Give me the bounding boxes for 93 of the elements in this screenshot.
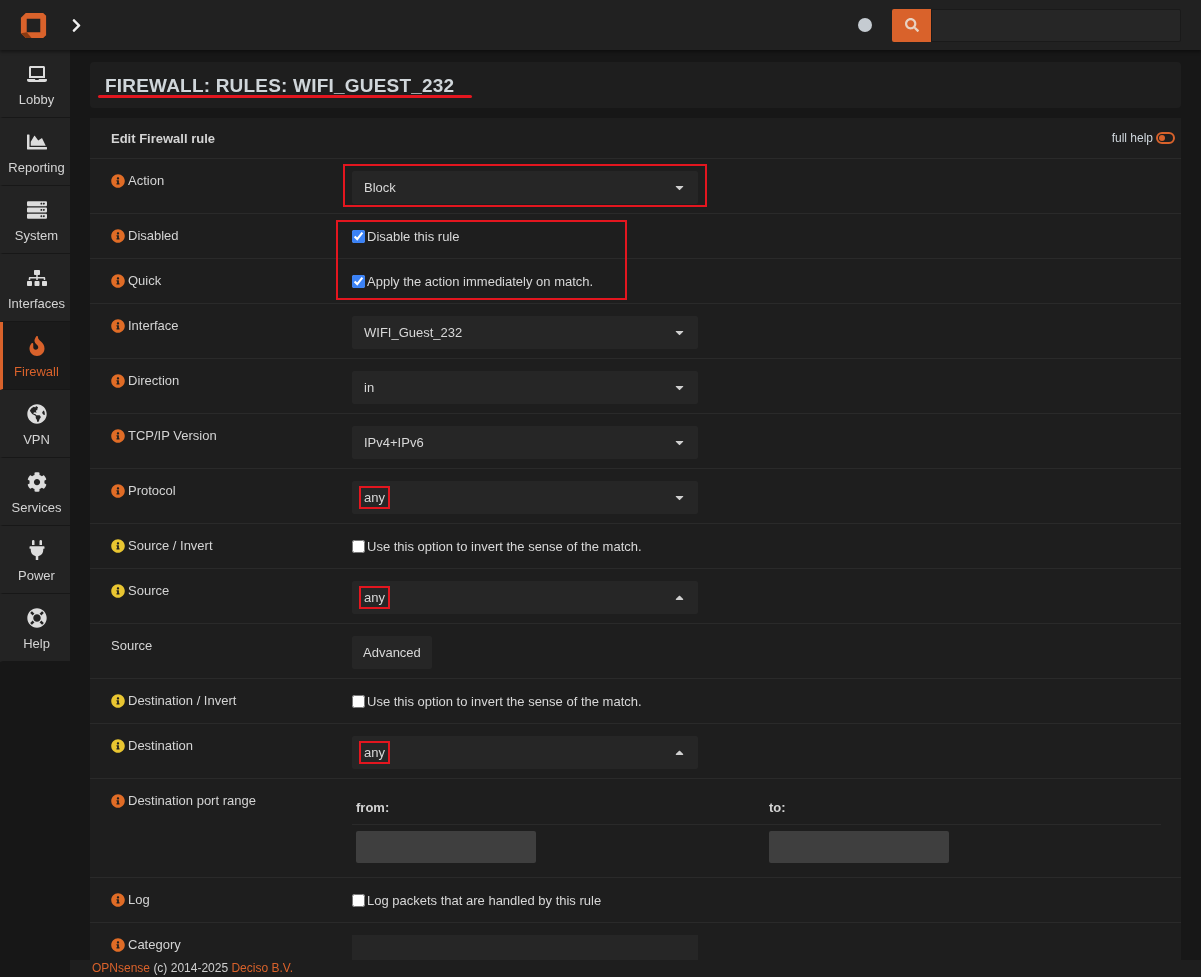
info-icon[interactable] bbox=[111, 373, 125, 388]
settings-icon bbox=[26, 471, 47, 492]
sidebar-item[interactable]: Firewall bbox=[0, 322, 70, 390]
checkbox-label: Use this option to invert the sense of the match. bbox=[367, 538, 642, 555]
info-icon[interactable] bbox=[111, 693, 125, 708]
checkbox[interactable] bbox=[352, 230, 365, 243]
checkbox[interactable] bbox=[352, 894, 365, 907]
info-icon[interactable] bbox=[111, 793, 125, 808]
laptop-icon bbox=[26, 63, 47, 84]
flame-icon bbox=[26, 335, 47, 356]
sidebar-item[interactable]: Services bbox=[0, 458, 70, 526]
sidebar-label: Reporting bbox=[8, 158, 65, 176]
select-value: Block bbox=[363, 179, 397, 197]
select-value: IPv4+IPv6 bbox=[363, 434, 425, 452]
sidebar-item[interactable]: Interfaces bbox=[0, 254, 70, 322]
footer-copyright: OPNsense (c) 2014-2025 Deciso B.V. bbox=[92, 960, 294, 977]
sidebar-label: Power bbox=[18, 566, 55, 584]
sidebar-item[interactable]: Help bbox=[0, 594, 70, 662]
port-input[interactable] bbox=[769, 831, 949, 863]
info-icon[interactable] bbox=[111, 273, 125, 288]
info-icon[interactable] bbox=[111, 937, 125, 952]
form-title: Edit Firewall rule bbox=[111, 129, 217, 147]
sidebar-item[interactable]: Reporting bbox=[0, 118, 70, 186]
dropdown-select[interactable]: WIFI_Guest_232 bbox=[352, 316, 698, 349]
sidebar-label: Interfaces bbox=[7, 294, 66, 312]
sidebar-label: Firewall bbox=[14, 362, 59, 380]
column-header: from: bbox=[352, 791, 765, 825]
field-label: Destination / Invert bbox=[128, 692, 237, 709]
select-value: any bbox=[359, 741, 390, 764]
select-value: any bbox=[359, 586, 390, 609]
advanced-button[interactable]: Advanced bbox=[352, 636, 432, 669]
page-title: FIREWALL: RULES: WIFI_GUEST_232 bbox=[105, 76, 455, 94]
dropdown-select[interactable]: any bbox=[352, 736, 698, 769]
life-ring-icon bbox=[26, 607, 47, 628]
info-icon[interactable] bbox=[111, 483, 125, 498]
search-icon bbox=[904, 18, 919, 32]
sidebar-label: Services bbox=[11, 498, 62, 516]
sidebar-label: VPN bbox=[23, 430, 50, 448]
info-icon[interactable] bbox=[111, 428, 125, 443]
company-link[interactable]: Deciso B.V. bbox=[231, 961, 294, 975]
field-label: Destination bbox=[128, 737, 194, 754]
dropdown-select[interactable]: any bbox=[352, 581, 698, 614]
info-icon[interactable] bbox=[111, 173, 125, 188]
field-label: Direction bbox=[128, 372, 180, 389]
sidebar-label: System bbox=[14, 226, 59, 244]
checkbox[interactable] bbox=[352, 540, 365, 553]
checkbox-label: Use this option to invert the sense of the match. bbox=[367, 693, 642, 710]
field-label: Source / Invert bbox=[128, 537, 213, 554]
info-icon[interactable] bbox=[111, 318, 125, 333]
field-label: Action bbox=[128, 172, 165, 189]
sidebar-label: Help bbox=[23, 634, 50, 652]
checkbox[interactable] bbox=[352, 695, 365, 708]
search-field[interactable] bbox=[931, 8, 1181, 42]
sidebar-item[interactable]: Lobby bbox=[0, 50, 70, 118]
field-label: Source bbox=[128, 582, 170, 599]
search-button[interactable] bbox=[892, 8, 931, 42]
globe-icon bbox=[26, 403, 47, 424]
toggle-icon[interactable] bbox=[1156, 132, 1175, 144]
checkbox[interactable] bbox=[352, 275, 365, 288]
port-input[interactable] bbox=[356, 831, 536, 863]
column-header: to: bbox=[765, 791, 1161, 825]
field-label: TCP/IP Version bbox=[128, 427, 217, 444]
server-icon bbox=[26, 199, 47, 220]
field-label: Destination port range bbox=[128, 792, 256, 809]
brand-link[interactable]: OPNsense bbox=[92, 961, 151, 975]
dropdown-select[interactable]: IPv4+IPv6 bbox=[352, 426, 698, 459]
sidebar-item[interactable]: System bbox=[0, 186, 70, 254]
dropdown-select[interactable]: in bbox=[352, 371, 698, 404]
sidebar-item[interactable]: Power bbox=[0, 526, 70, 594]
info-icon[interactable] bbox=[111, 583, 125, 598]
sidebar-label: Lobby bbox=[18, 90, 55, 108]
dropdown-select[interactable]: Block bbox=[352, 171, 698, 204]
dropdown-select[interactable]: any bbox=[352, 481, 698, 514]
checkbox-label: Apply the action immediately on match. bbox=[367, 273, 594, 290]
checkbox-label: Disable this rule bbox=[367, 228, 460, 245]
field-label: Disabled bbox=[128, 227, 179, 244]
info-icon[interactable] bbox=[111, 738, 125, 753]
field-label: Source bbox=[111, 637, 153, 654]
field-label: Quick bbox=[128, 272, 162, 289]
network-tree-icon bbox=[26, 267, 47, 288]
field-label: Interface bbox=[128, 317, 179, 334]
info-icon[interactable] bbox=[111, 892, 125, 907]
select-value: WIFI_Guest_232 bbox=[363, 324, 464, 342]
checkbox-label: Log packets that are handled by this rule bbox=[367, 892, 602, 909]
select-value: any bbox=[359, 486, 390, 509]
field-label: Protocol bbox=[128, 482, 176, 499]
sidebar-item[interactable]: VPN bbox=[0, 390, 70, 458]
info-icon[interactable] bbox=[111, 538, 125, 553]
field-label: Log bbox=[128, 891, 150, 908]
info-icon[interactable] bbox=[111, 228, 125, 243]
select-value: in bbox=[363, 379, 376, 397]
field-label: Category bbox=[128, 936, 181, 953]
full-help-label[interactable]: full help bbox=[1111, 129, 1153, 147]
